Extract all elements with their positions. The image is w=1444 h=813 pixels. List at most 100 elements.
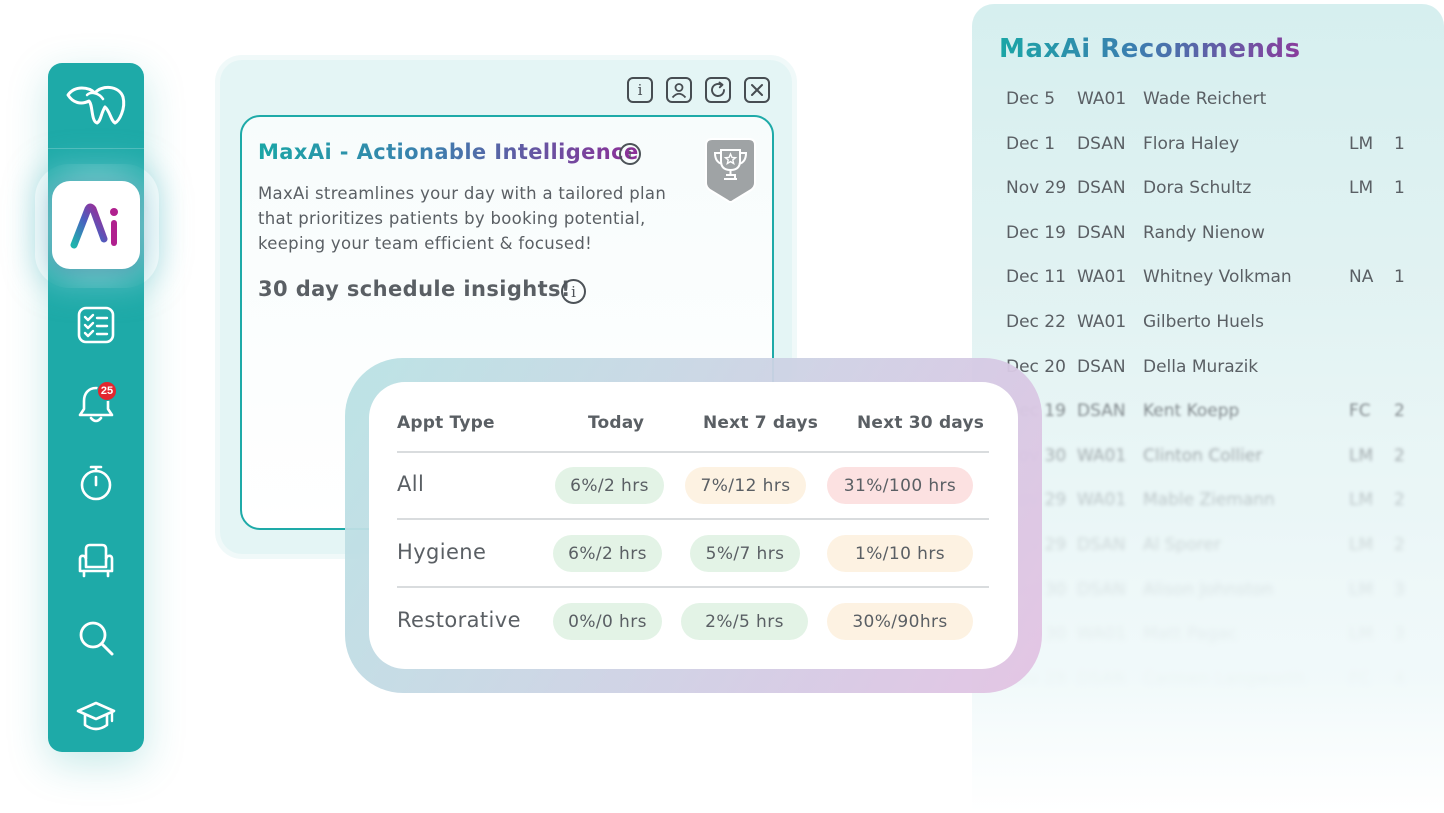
recommendation-name: Dora Schultz (1143, 178, 1252, 198)
checklist-icon[interactable] (76, 305, 116, 345)
recommendation-code: DSAN (1077, 134, 1126, 154)
recommendation-num: 2 (1394, 490, 1405, 510)
trophy-badge-icon[interactable] (704, 137, 757, 203)
chair-icon[interactable] (76, 541, 116, 581)
insights-subtitle: 30 day schedule insights! (258, 277, 571, 301)
recommendation-row[interactable]: Nov 30WA01Matt PagacLM3 (1006, 624, 1416, 654)
recommendation-name: Flora Haley (1143, 134, 1240, 154)
card-description: MaxAi streamlines your day with a tailor… (258, 184, 667, 253)
recommendation-row[interactable]: Dec 5 WA01 Wade Reichert (1006, 89, 1416, 119)
tooth-logo-icon (66, 86, 126, 125)
recommendation-row[interactable]: Dec 20 DSAN Della Murazik (1006, 357, 1416, 387)
recommendation-name: Matt Pagac (1143, 624, 1238, 644)
recommendation-code: WA01 (1077, 624, 1127, 644)
table-divider (397, 451, 989, 453)
info-icon: i (637, 81, 643, 99)
table-divider (397, 518, 989, 520)
title-info-icon[interactable]: i (619, 143, 641, 165)
notification-badge: 25 (97, 381, 117, 401)
close-button[interactable] (744, 77, 770, 103)
recommendation-tag: LM (1349, 535, 1374, 555)
recommendation-num: 4 (1394, 669, 1405, 689)
recommendation-row[interactable]: Nov 29 DSAN Dora Schultz LM 1 (1006, 178, 1416, 208)
recommendation-tag: FC (1349, 669, 1371, 689)
cell-restorative-next7: 2%/5 hrs (681, 603, 808, 640)
recommendation-num: 2 (1394, 401, 1405, 421)
recommendation-name: Della Murazik (1143, 357, 1259, 377)
maxai-app-button[interactable] (52, 181, 140, 269)
recommendation-name: Carmen Langworth (1143, 669, 1306, 689)
recommendation-code: DSAN (1077, 357, 1126, 377)
recommendation-row[interactable]: Dec 19 DSAN Randy Nienow (1006, 223, 1416, 253)
recommendation-row[interactable]: Nov 30DSANAlison JohnstonLM3 (1006, 580, 1416, 610)
recommendation-tag: LM (1349, 178, 1374, 198)
recommendation-row[interactable]: Dec 19DSANKent KoeppFC2 (1006, 401, 1416, 431)
user-button[interactable] (666, 77, 692, 103)
recommendation-tag: LM (1349, 446, 1374, 466)
recommendation-row[interactable]: Dec 22 WA01 Gilberto Huels (1006, 312, 1416, 342)
recommends-title: MaxAi Recommends (999, 34, 1301, 64)
recommendation-code: WA01 (1077, 89, 1127, 109)
recommendation-name: Wade Reichert (1143, 89, 1267, 109)
recommendation-date: Nov 29 (1006, 178, 1067, 198)
recommendation-name: Gilberto Huels (1143, 312, 1264, 332)
stopwatch-icon[interactable] (76, 463, 116, 503)
column-header-today: Today (588, 413, 645, 433)
recommendation-row[interactable]: Dec 1 DSAN Flora Haley LM 1 (1006, 134, 1416, 164)
recommendation-num: 1 (1394, 267, 1405, 287)
recommendation-name: Kent Koepp (1143, 401, 1240, 421)
sidebar-logo[interactable] (48, 63, 144, 149)
column-header-appt-type: Appt Type (397, 413, 495, 433)
recommendation-row[interactable]: Dec 11 WA01 Whitney Volkman NA 1 (1006, 267, 1416, 297)
recommendation-row[interactable]: Nov 29DSANAl SporerLM2 (1006, 535, 1416, 565)
recommendation-code: WA01 (1077, 267, 1127, 287)
recommendation-code: WA01 (1077, 446, 1127, 466)
maxai-app-icon (70, 203, 118, 249)
recommendation-row[interactable]: Nov 30WA01Clinton CollierLM2 (1006, 446, 1416, 476)
recommendation-name: Mable Ziemann (1143, 490, 1275, 510)
insights-info-icon[interactable]: i (561, 279, 586, 304)
user-icon (671, 83, 687, 99)
recommendation-name: Clinton Collier (1143, 446, 1263, 466)
recommendation-tag: LM (1349, 580, 1374, 600)
recommendation-date: Dec 5 (1006, 89, 1056, 109)
cell-hygiene-today: 6%/2 hrs (553, 535, 662, 572)
row-label-all: All (397, 472, 425, 496)
recommendation-code: DSAN (1077, 580, 1126, 600)
cell-hygiene-next30: 1%/10 hrs (827, 535, 973, 572)
recommendation-code: DSAN (1077, 178, 1126, 198)
recommendation-num: 2 (1394, 446, 1405, 466)
recommendation-tag: LM (1349, 624, 1374, 644)
graduation-cap-icon[interactable] (76, 697, 116, 737)
recommendation-date: Dec 22 (1006, 312, 1066, 332)
recommendation-code: DSAN (1077, 401, 1126, 421)
recommendation-num: 3 (1394, 580, 1405, 600)
recommendation-code: DSAN (1077, 223, 1126, 243)
card-title: MaxAi - Actionable Intelligence (258, 140, 639, 164)
recommendation-date: Dec 19 (1006, 223, 1066, 243)
cell-all-next7: 7%/12 hrs (685, 467, 806, 504)
recommendation-name: Randy Nienow (1143, 223, 1265, 243)
recommendation-code: DSAN (1077, 669, 1126, 689)
recommendation-name: Alison Johnston (1143, 580, 1274, 600)
recommendation-date: Dec 1 (1006, 134, 1056, 154)
recommendation-num: 2 (1394, 535, 1405, 555)
recommendation-row[interactable]: Nov 29WA01Mable ZiemannLM2 (1006, 490, 1416, 520)
recommendation-code: WA01 (1077, 312, 1127, 332)
refresh-button[interactable] (705, 77, 731, 103)
recommendation-name: Whitney Volkman (1143, 267, 1292, 287)
recommendation-row[interactable]: Nov 29 DSAN Carmen Langworth FC 4 (1006, 669, 1416, 699)
recommendation-date: Dec 11 (1006, 267, 1066, 287)
cell-all-next30: 31%/100 hrs (827, 467, 973, 504)
recommendation-tag: FC (1349, 401, 1371, 421)
column-header-next-7-days: Next 7 days (703, 413, 819, 433)
recommendation-tag: LM (1349, 134, 1374, 154)
recommendation-num: 3 (1394, 624, 1405, 644)
cell-all-today: 6%/2 hrs (555, 467, 664, 504)
recommends-panel: MaxAi Recommends Dec 5 WA01 Wade Reichert D… (972, 4, 1444, 813)
info-button[interactable]: i (627, 77, 653, 103)
cell-hygiene-next7: 5%/7 hrs (690, 535, 800, 572)
close-icon (751, 84, 763, 96)
cell-restorative-today: 0%/0 hrs (553, 603, 662, 640)
search-icon[interactable] (76, 618, 116, 658)
